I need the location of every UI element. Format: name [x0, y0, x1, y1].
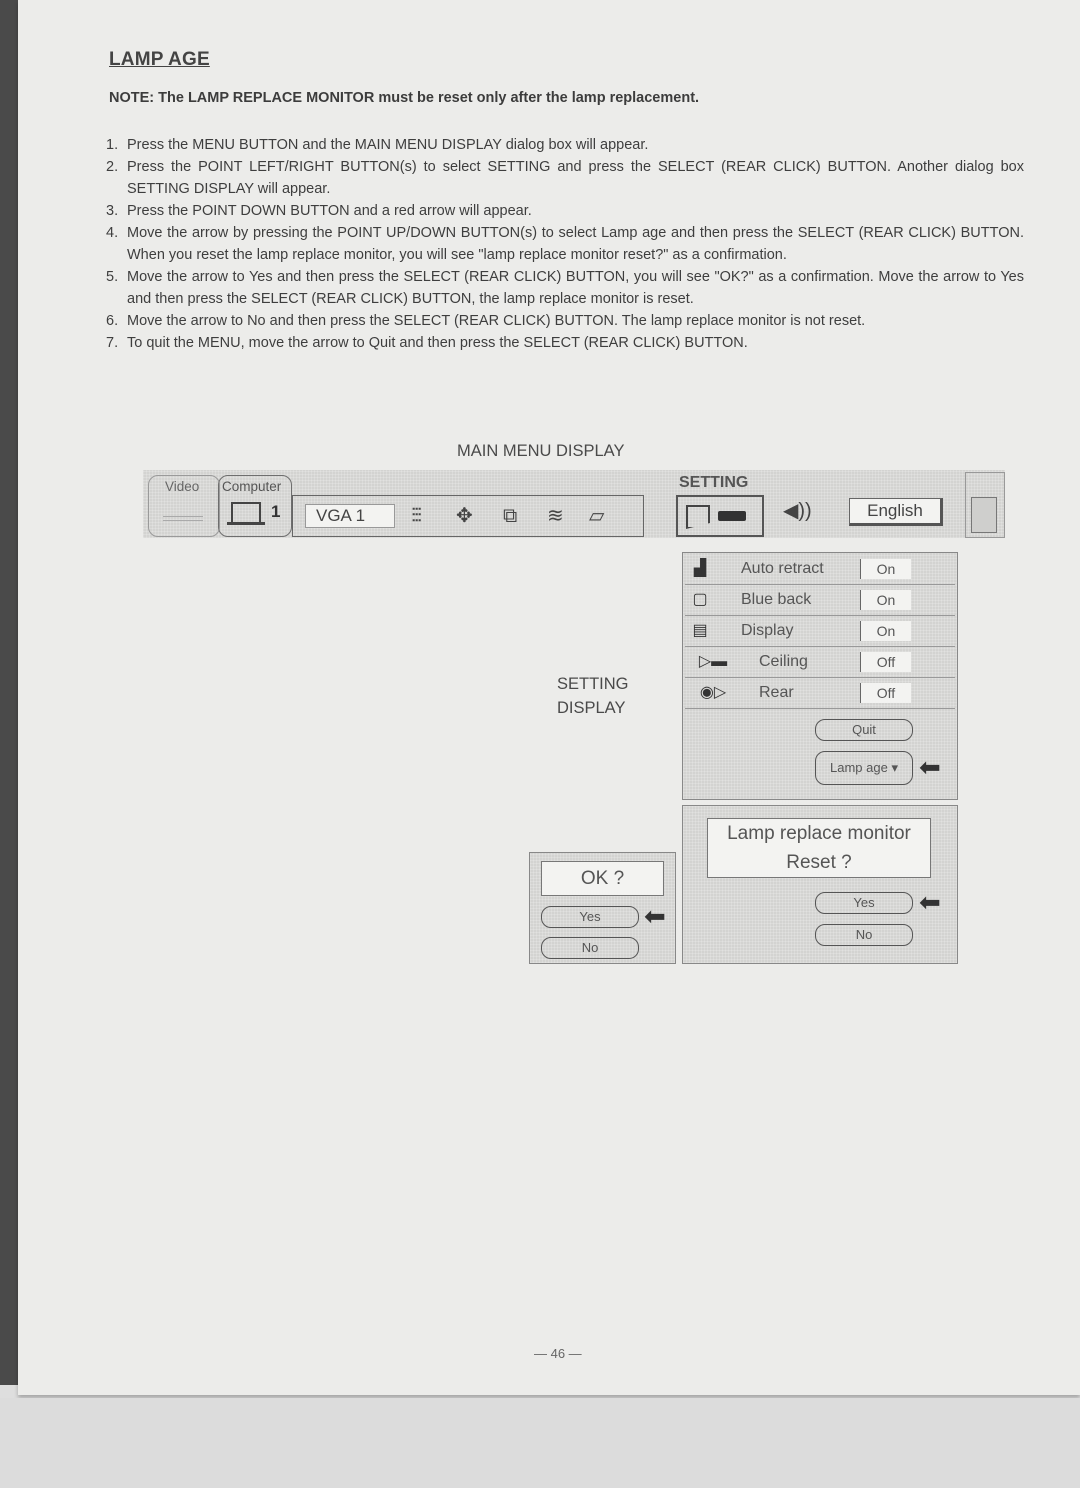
- video-slider-icon: [163, 516, 203, 521]
- main-menu-bar: Video Computer 1 VGA 1 ⫶⫶⫶ ✥ ⧉ ≋ ▱ SETTI…: [143, 470, 1005, 538]
- language-button[interactable]: English: [849, 498, 943, 526]
- screen-icon[interactable]: ▱: [589, 502, 604, 530]
- setting-display-caption: SETTING DISPLAY: [557, 675, 629, 717]
- tab-video[interactable]: Video: [148, 475, 220, 537]
- setting-value[interactable]: Off: [860, 683, 911, 703]
- reset-message: Lamp replace monitor Reset ?: [707, 818, 931, 878]
- volume-icon[interactable]: ◀)): [783, 498, 812, 523]
- lamp-age-button[interactable]: Lamp age ▾: [815, 751, 913, 785]
- ok-yes-button[interactable]: Yes: [541, 906, 639, 928]
- setting-label: SETTING: [679, 474, 749, 491]
- setting-value[interactable]: Off: [860, 652, 911, 672]
- section-title: LAMP AGE: [109, 49, 210, 70]
- setting-value[interactable]: On: [860, 621, 911, 641]
- setting-value[interactable]: On: [860, 559, 911, 579]
- instruction-steps: 1. Press the MENU BUTTON and the MAIN MEN…: [106, 134, 1024, 354]
- scrollbar-thumb[interactable]: [971, 497, 997, 533]
- source-field[interactable]: VGA 1: [305, 504, 395, 528]
- auto-retract-icon: ▟: [693, 560, 707, 577]
- main-menu-caption: MAIN MENU DISPLAY: [457, 442, 625, 460]
- step-item: 3. Press the POINT DOWN BUTTON and a red …: [106, 203, 532, 219]
- book-spine-shadow: [0, 0, 18, 1385]
- note-text: NOTE: The LAMP REPLACE MONITOR must be r…: [109, 90, 700, 106]
- display-icon: ▤: [692, 622, 708, 639]
- projector-icon: [718, 511, 746, 521]
- setting-row[interactable]: ▤ Display On: [685, 617, 955, 647]
- step-item: 6. Move the arrow to No and then press th…: [106, 313, 866, 329]
- selection-arrow-icon: ⬅: [919, 752, 941, 782]
- blue-back-icon: ▢: [692, 591, 708, 608]
- rear-icon: ◉▷: [699, 684, 727, 701]
- laptop-icon: [227, 502, 265, 525]
- setting-row[interactable]: ▷▬ Ceiling Off: [685, 648, 955, 678]
- step-item: 7. To quit the MENU, move the arrow to Qu…: [106, 335, 748, 351]
- step-item: 5. Move the arrow to Yes and then press t…: [106, 269, 1024, 307]
- setting-display-panel: ▟ Auto retract On ▢ Blue back On ▤ Displ…: [682, 552, 958, 800]
- reset-no-button[interactable]: No: [815, 924, 913, 946]
- lamp-reset-dialog: Lamp replace monitor Reset ? Yes ⬅ No: [682, 805, 958, 964]
- menu-scrollbar[interactable]: [965, 472, 1005, 538]
- setting-row[interactable]: ▟ Auto retract On: [685, 555, 955, 585]
- ok-message: OK ?: [541, 861, 664, 896]
- setting-row[interactable]: ◉▷ Rear Off: [685, 679, 955, 709]
- selection-arrow-icon: ⬅: [644, 901, 666, 931]
- screen-icon: [686, 505, 710, 529]
- pc-adjust-icon[interactable]: ⧉: [503, 502, 517, 530]
- setting-row[interactable]: ▢ Blue back On: [685, 586, 955, 616]
- noise-icon[interactable]: ≋: [547, 502, 564, 530]
- reset-yes-button[interactable]: Yes: [815, 892, 913, 914]
- image-adjust-icon[interactable]: ⫶⫶⫶: [411, 502, 422, 530]
- step-item: 4. Move the arrow by pressing the POINT U…: [106, 225, 1024, 263]
- ceiling-icon: ▷▬: [698, 653, 728, 670]
- quit-button[interactable]: Quit: [815, 719, 913, 741]
- selection-arrow-icon: ⬅: [919, 887, 941, 917]
- scan-background: [0, 1398, 1080, 1488]
- page-number: — 46 —: [534, 1346, 582, 1361]
- setting-value[interactable]: On: [860, 590, 911, 610]
- tab-computer[interactable]: Computer 1: [218, 475, 292, 537]
- computer-menu-box: VGA 1 ⫶⫶⫶ ✥ ⧉ ≋ ▱: [292, 495, 644, 537]
- step-item: 2. Press the POINT LEFT/RIGHT BUTTON(s) t…: [106, 159, 1024, 197]
- ok-no-button[interactable]: No: [541, 937, 639, 959]
- ok-confirm-dialog: OK ? Yes ⬅ No: [529, 852, 676, 964]
- position-icon[interactable]: ✥: [456, 502, 473, 530]
- setting-menu-box[interactable]: [676, 495, 764, 537]
- step-item: 1. Press the MENU BUTTON and the MAIN MEN…: [106, 137, 649, 153]
